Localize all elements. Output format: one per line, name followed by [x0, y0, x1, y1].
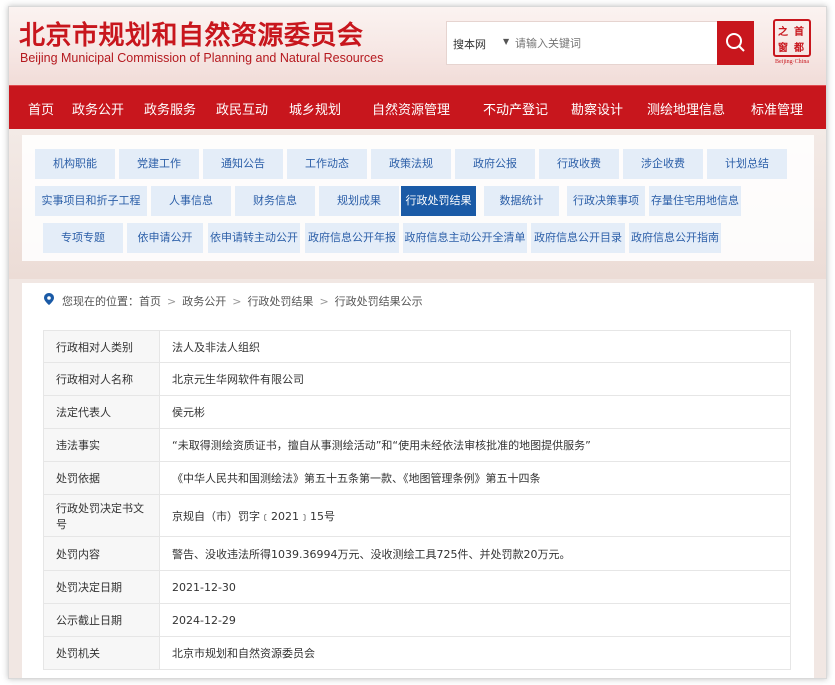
- subnav-item[interactable]: 政府公报: [455, 149, 535, 179]
- table-row: 处罚内容 警告、没收违法所得1039.36994万元、没收测绘工具725件、并处…: [43, 536, 791, 571]
- subnav-item[interactable]: 政府信息公开指南: [629, 223, 721, 253]
- field-value: 法人及非法人组织: [159, 330, 791, 363]
- field-value: 侯元彬: [159, 395, 791, 429]
- breadcrumb-link-home[interactable]: 首页: [139, 295, 161, 308]
- site-title-english: Beijing Municipal Commission of Planning…: [20, 51, 384, 65]
- nav-item-real-estate[interactable]: 不动产登记: [483, 99, 548, 118]
- nav-item-standards[interactable]: 标准管理: [751, 99, 803, 118]
- subnav-item[interactable]: 专项专题: [43, 223, 123, 253]
- search-icon: [726, 33, 745, 52]
- content-panel: 您现在的位置：首页 > 政务公开 > 行政处罚结果 > 行政处罚结果公示 行政相对人类别 法…: [22, 283, 814, 678]
- table-row: 处罚机关 北京市规划和自然资源委员会: [43, 636, 791, 670]
- field-label: 公示截止日期: [43, 603, 160, 637]
- field-label: 行政相对人名称: [43, 362, 160, 396]
- field-label: 处罚内容: [43, 536, 160, 571]
- field-label: 处罚机关: [43, 636, 160, 670]
- subnav-item[interactable]: 通知公告: [203, 149, 283, 179]
- site-header: 北京市规划和自然资源委员会 Beijing Municipal Commissi…: [9, 7, 826, 85]
- penalty-record-table: 行政相对人类别 法人及非法人组织 行政相对人名称 北京元生华网软件有限公司 法定…: [43, 330, 791, 670]
- breadcrumb-prefix: 您现在的位置：: [62, 295, 139, 308]
- field-label: 处罚依据: [43, 461, 160, 495]
- field-value: 警告、没收违法所得1039.36994万元、没收测绘工具725件、并处罚款20万…: [159, 536, 791, 571]
- nav-item-gov-services[interactable]: 政务服务: [144, 99, 196, 118]
- breadcrumb-current: 行政处罚结果公示: [334, 295, 423, 308]
- table-row: 法定代表人 侯元彬: [43, 395, 791, 429]
- search-input[interactable]: [515, 28, 715, 58]
- table-row: 违法事实 “未取得测绘资质证书，擅自从事测绘活动”和“使用未经依法审核批准的地图…: [43, 428, 791, 462]
- field-value: 北京市规划和自然资源委员会: [159, 636, 791, 670]
- breadcrumb-separator: >: [232, 295, 242, 308]
- location-pin-icon: [44, 293, 54, 305]
- table-row: 处罚依据 《中华人民共和国测绘法》第五十五条第一款、《地图管理条例》第五十四条: [43, 461, 791, 495]
- field-value: 《中华人民共和国测绘法》第五十五条第一款、《地图管理条例》第五十四条: [159, 461, 791, 495]
- subnav-item[interactable]: 存量住宅用地信息: [649, 186, 741, 216]
- subnav-item[interactable]: 实事项目和折子工程: [35, 186, 147, 216]
- nav-item-gov-affairs[interactable]: 政务公开: [72, 99, 124, 118]
- subnav-item[interactable]: 行政决策事项: [567, 186, 645, 216]
- field-value: 2021-12-30: [159, 570, 791, 604]
- seal-char: 都: [794, 43, 804, 54]
- breadcrumb-separator: >: [319, 295, 329, 308]
- subnav-item[interactable]: 涉企收费: [623, 149, 703, 179]
- nav-item-home[interactable]: 首页: [28, 99, 54, 118]
- subnav-item[interactable]: 计划总结: [707, 149, 787, 179]
- field-value: 北京元生华网软件有限公司: [159, 362, 791, 396]
- search-button[interactable]: [717, 21, 754, 65]
- field-label: 行政处罚决定书文号: [43, 494, 160, 537]
- seal-caption: Beijing·China: [775, 59, 809, 65]
- field-value: 京规自（市）罚字﹝2021﹞15号: [159, 494, 791, 537]
- search-scope-select[interactable]: 搜本网: [453, 36, 486, 52]
- field-label: 处罚决定日期: [43, 570, 160, 604]
- breadcrumb: 您现在的位置：首页 > 政务公开 > 行政处罚结果 > 行政处罚结果公示: [62, 293, 423, 309]
- main-nav: 首页 政务公开 政务服务 政民互动 城乡规划 自然资源管理 不动产登记 勘察设计…: [9, 85, 826, 129]
- breadcrumb-link-gov-affairs[interactable]: 政务公开: [182, 295, 226, 308]
- subnav-item[interactable]: 规划成果: [319, 186, 399, 216]
- subnav-item[interactable]: 政府信息主动公开全清单: [403, 223, 527, 253]
- breadcrumb-separator: >: [167, 295, 177, 308]
- subnav-item[interactable]: 财务信息: [235, 186, 315, 216]
- nav-item-geo-info[interactable]: 测绘地理信息: [647, 99, 725, 118]
- seal-char: 之: [778, 27, 788, 38]
- subnav-item[interactable]: 机构职能: [35, 149, 115, 179]
- subnav-panel: 机构职能 党建工作 通知公告 工作动态 政策法规 政府公报 行政收费 涉企收费 …: [22, 135, 814, 261]
- breadcrumb-link-penalty-results[interactable]: 行政处罚结果: [247, 295, 313, 308]
- subnav-item[interactable]: 依申请转主动公开: [208, 223, 300, 253]
- table-row: 行政处罚决定书文号 京规自（市）罚字﹝2021﹞15号: [43, 494, 791, 537]
- subnav-item[interactable]: 数据统计: [484, 186, 559, 216]
- field-label: 法定代表人: [43, 395, 160, 429]
- subnav-item[interactable]: 政策法规: [371, 149, 451, 179]
- subnav-item[interactable]: 政府信息公开年报: [305, 223, 399, 253]
- field-value: 2024-12-29: [159, 603, 791, 637]
- subnav-item[interactable]: 行政收费: [539, 149, 619, 179]
- seal-char: 首: [794, 27, 804, 38]
- subnav-item[interactable]: 党建工作: [119, 149, 199, 179]
- table-row: 处罚决定日期 2021-12-30: [43, 570, 791, 604]
- search-box: 搜本网 ▼: [446, 21, 754, 65]
- nav-item-urban-planning[interactable]: 城乡规划: [289, 99, 341, 118]
- field-label: 违法事实: [43, 428, 160, 462]
- capital-window-seal-logo[interactable]: 首 都 之 窗 Beijing·China: [769, 19, 815, 69]
- nav-item-survey-design[interactable]: 勘察设计: [571, 99, 623, 118]
- field-value: “未取得测绘资质证书，擅自从事测绘活动”和“使用未经依法审核批准的地图提供服务”: [159, 428, 791, 462]
- nav-item-interaction[interactable]: 政民互动: [216, 99, 268, 118]
- seal-char: 窗: [778, 43, 788, 54]
- site-title[interactable]: 北京市规划和自然资源委员会: [19, 15, 364, 52]
- table-row: 行政相对人名称 北京元生华网软件有限公司: [43, 362, 791, 396]
- browser-frame: 北京市规划和自然资源委员会 Beijing Municipal Commissi…: [8, 6, 827, 679]
- subnav-item-active[interactable]: 行政处罚结果: [401, 186, 476, 216]
- subnav-item[interactable]: 政府信息公开目录: [531, 223, 625, 253]
- field-label: 行政相对人类别: [43, 330, 160, 363]
- subnav-item[interactable]: 人事信息: [151, 186, 231, 216]
- subnav-item[interactable]: 工作动态: [287, 149, 367, 179]
- table-row: 行政相对人类别 法人及非法人组织: [43, 330, 791, 363]
- nav-item-natural-resources[interactable]: 自然资源管理: [372, 99, 450, 118]
- subnav-item[interactable]: 依申请公开: [127, 223, 203, 253]
- chevron-down-icon[interactable]: ▼: [503, 37, 509, 46]
- table-row: 公示截止日期 2024-12-29: [43, 603, 791, 637]
